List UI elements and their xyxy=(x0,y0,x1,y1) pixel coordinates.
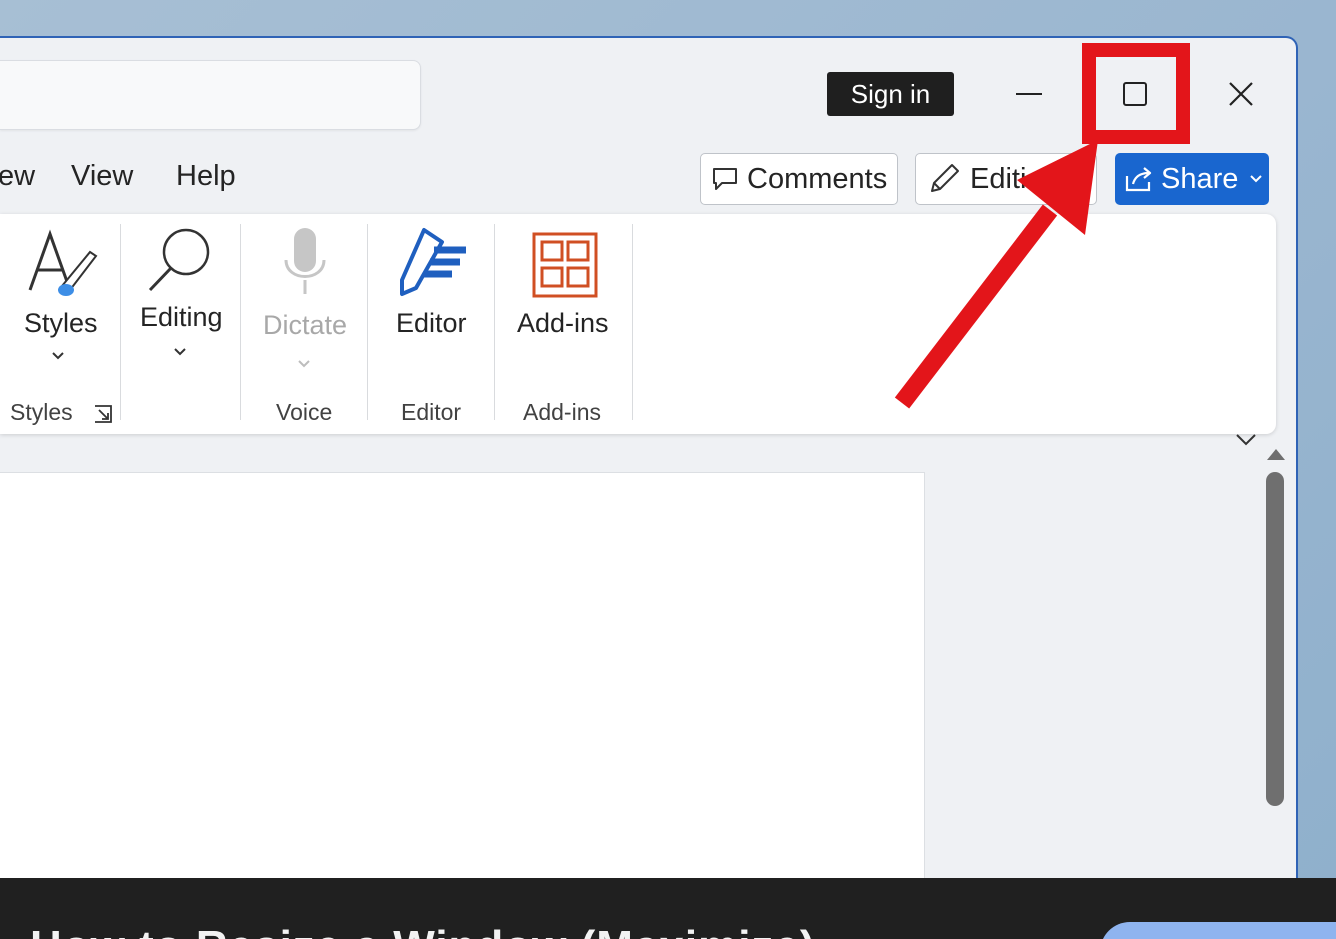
addins-button[interactable]: Add-ins xyxy=(506,222,622,372)
group-label-editor: Editor xyxy=(401,399,462,425)
dialog-launcher-icon[interactable] xyxy=(93,404,113,424)
styles-button[interactable]: Styles xyxy=(10,224,105,374)
maximize-icon xyxy=(1123,82,1147,106)
share-icon xyxy=(1125,167,1152,192)
share-label: Share xyxy=(1161,162,1239,195)
minimize-button[interactable] xyxy=(984,60,1074,128)
caption-bar: How to Resize a Window (Maximize) xyxy=(0,878,1336,939)
addins-label: Add-ins xyxy=(517,308,609,338)
ribbon-separator xyxy=(120,224,121,420)
caption-text: How to Resize a Window (Maximize) xyxy=(30,922,816,939)
tab-view[interactable]: View xyxy=(71,160,133,193)
caption-button[interactable] xyxy=(1100,922,1336,939)
pencil-icon xyxy=(931,164,959,192)
chevron-down-icon xyxy=(1250,175,1263,183)
comment-icon xyxy=(713,168,737,190)
close-icon xyxy=(1229,82,1253,106)
addins-grid-icon xyxy=(532,232,598,298)
styles-label: Styles xyxy=(24,308,98,338)
group-label-styles: Styles xyxy=(10,399,73,425)
comments-button[interactable]: Comments xyxy=(700,153,898,205)
editor-pen-icon xyxy=(400,228,466,296)
maximize-button[interactable] xyxy=(1090,60,1180,128)
dictate-label: Dictate xyxy=(263,310,348,340)
document-page[interactable] xyxy=(0,472,925,888)
tab-review[interactable]: ew xyxy=(0,160,35,193)
scroll-up-icon[interactable] xyxy=(1265,446,1287,462)
tab-help[interactable]: Help xyxy=(176,160,236,193)
search-box[interactable] xyxy=(0,60,421,130)
sign-in-button[interactable]: Sign in xyxy=(827,72,954,116)
scrollbar-thumb[interactable] xyxy=(1266,472,1284,806)
editing-mode-button[interactable]: Editi xyxy=(915,153,1097,205)
editing-mode-label: Editi xyxy=(970,162,1027,195)
close-button[interactable] xyxy=(1196,60,1286,128)
ribbon-separator xyxy=(632,224,633,420)
minimize-icon xyxy=(1016,93,1042,95)
chevron-down-icon xyxy=(298,360,310,368)
share-button[interactable]: Share xyxy=(1115,153,1269,205)
ribbon-separator xyxy=(367,224,368,420)
chevron-down-icon xyxy=(174,348,186,356)
ribbon-separator xyxy=(240,224,241,420)
editing-ribbon-button[interactable]: Editing xyxy=(132,222,232,372)
editor-label: Editor xyxy=(396,308,467,338)
microphone-icon xyxy=(284,228,326,294)
ribbon-separator xyxy=(494,224,495,420)
collapse-ribbon-icon[interactable] xyxy=(1234,432,1258,448)
chevron-down-icon xyxy=(52,352,64,360)
word-window: Sign in ew View Help Comments Editi Shar… xyxy=(0,36,1298,890)
editing-label: Editing xyxy=(140,302,223,332)
comments-label: Comments xyxy=(747,162,888,195)
group-label-addins: Add-ins xyxy=(523,399,601,425)
search-icon xyxy=(148,228,210,292)
styles-icon xyxy=(28,229,98,296)
dictate-button[interactable]: Dictate xyxy=(252,222,360,372)
group-label-voice: Voice xyxy=(276,399,333,425)
editor-button[interactable]: Editor xyxy=(380,222,484,372)
ribbon: Styles Styles Editing Dictate Voice Edit… xyxy=(0,214,1276,446)
